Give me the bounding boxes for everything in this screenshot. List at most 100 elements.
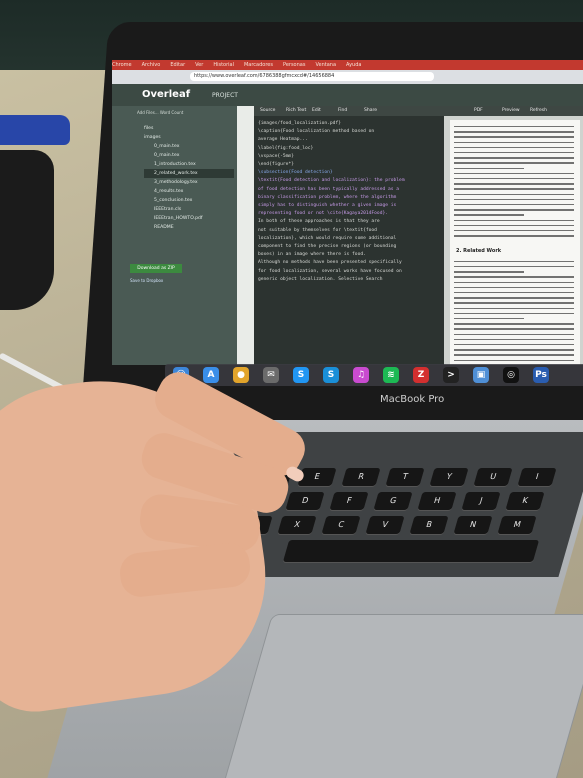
paper-text-line [454,230,574,232]
key-y[interactable]: Y [429,468,469,486]
file-tree-item[interactable]: 0_main.tex [144,151,234,160]
key-g[interactable]: G [373,492,413,510]
menu-item[interactable]: Historial [213,62,234,68]
download-zip-button[interactable]: Download as ZIP [130,264,182,273]
mac-dock: ☺A●✉SS♫≋Z>▣◎Ps [165,364,583,386]
menu-item[interactable]: Personas [283,62,305,68]
pdf-preview: PDF Preview Refresh 2. Related Work [444,106,583,365]
menu-item[interactable]: Ayuda [346,62,361,68]
key-t[interactable]: T [385,468,425,486]
appstore-icon[interactable]: A [203,367,219,383]
paper-text-line [454,344,574,346]
filezilla-icon[interactable]: Z [413,367,429,383]
code-line: \vspace{-5mm} [258,153,294,159]
paper-text-line [454,219,574,221]
paper-text-line [454,209,574,211]
editor-tab[interactable]: Source [260,108,275,113]
key-x[interactable]: X [277,516,317,534]
file-tree-item[interactable]: images [144,133,234,142]
menu-item[interactable]: Chrome [112,62,132,68]
code-line: \label{fig:food_loc} [258,145,314,151]
code-line: In both of these approaches is that they… [258,219,380,225]
key-n[interactable]: N [453,516,493,534]
paper-text-line [454,183,574,185]
space-bar[interactable] [282,540,540,562]
code-line: component to find the precise regions (o… [258,244,397,250]
key-r[interactable]: R [341,468,381,486]
source-editor[interactable]: Source Rich Text Edit Find Share {images/foo… [254,106,444,365]
key-h[interactable]: H [417,492,457,510]
trackpad[interactable] [222,614,583,778]
code-area[interactable]: {images/food_localization.pdf} \caption{… [258,120,442,284]
menu-item[interactable]: Editar [170,62,185,68]
key-k[interactable]: K [505,492,545,510]
dropbox-link[interactable]: Save to Dropbox [130,278,163,283]
editor-tab[interactable]: Find [338,108,347,113]
file-tree-item[interactable]: 4_results.tex [144,187,234,196]
key-c[interactable]: C [321,516,361,534]
spotify-icon[interactable]: ≋ [383,367,399,383]
terminal-icon[interactable]: > [443,367,459,383]
paper-text-line [454,162,574,164]
file-sidebar: Add Files... Word Count files images 0_mai… [112,106,237,365]
code-line: representing food or not \cite{Kagaya201… [258,211,388,217]
code-line: boxes) in an image where there is food. [258,252,366,258]
file-tree-item[interactable]: 3_methodology.tex [144,178,234,187]
paper-text-line [454,297,574,299]
menu-item[interactable]: Ventana [315,62,336,68]
photoshop-icon[interactable]: Ps [533,367,549,383]
paper-text-line [454,188,574,190]
preview-tab[interactable]: PDF [474,108,483,113]
menu-item[interactable]: Ver [195,62,203,68]
file-tree-item[interactable]: README [144,223,234,232]
paper-text-line [454,172,574,175]
paper-text-line [454,235,574,237]
editor-tab[interactable]: Rich Text [286,108,306,113]
paper-text-line [454,323,574,325]
editor-tab[interactable]: Share [364,108,377,113]
sidebar-tools[interactable]: Add Files... Word Count [137,110,183,115]
key-m[interactable]: M [497,516,537,534]
file-tree-item[interactable]: 1_introduction.tex [144,160,234,169]
code-line: localization}, which would require some … [258,235,397,241]
skype-icon[interactable]: S [293,367,309,383]
editor-tab[interactable]: Edit [312,108,321,113]
key-b[interactable]: B [409,516,449,534]
key-v[interactable]: V [365,516,405,534]
project-menu[interactable]: PROJECT [212,92,238,99]
skype-icon[interactable]: S [323,367,339,383]
key-f[interactable]: F [329,492,369,510]
file-tree-item[interactable]: IEEEtran.cls [144,205,234,214]
overleaf-logo[interactable]: Overleaf [142,89,190,100]
preview-tab[interactable]: Preview [502,108,520,113]
code-line: of food detection has been typically add… [258,186,400,192]
preview-tab[interactable]: Refresh [530,108,547,113]
laptop-screen: Chrome Archivo Editar Ver Historial Marcadore… [112,60,583,365]
github-icon[interactable]: ◎ [503,367,519,383]
paper-text-line [454,354,574,356]
key-i[interactable]: I [517,468,557,486]
file-tree-item[interactable]: 0_main.tex [144,142,234,151]
preview-icon[interactable]: ▣ [473,367,489,383]
paper-text-line [454,302,574,304]
chrome-icon[interactable]: ● [233,367,249,383]
paper-text-line [454,292,574,294]
paper-text-line [454,178,574,180]
paper-text-line [454,193,574,195]
key-d[interactable]: D [285,492,325,510]
file-tree-item[interactable]: 2_related_work.tex [144,169,234,178]
key-j[interactable]: J [461,492,501,510]
file-tree-item[interactable]: files [144,124,234,133]
speaker [0,150,54,310]
menu-item[interactable]: Archivo [142,62,161,68]
mail-icon[interactable]: ✉ [263,367,279,383]
menu-item[interactable]: Marcadores [244,62,273,68]
key-u[interactable]: U [473,468,513,486]
file-tree-item[interactable]: 5_conclusion.tex [144,196,234,205]
itunes-icon[interactable]: ♫ [353,367,369,383]
address-bar[interactable]: https://www.overleaf.com/6786388gfmcxcd#… [190,72,434,81]
paper-text-line [454,333,574,335]
paper-text-line [454,266,574,268]
file-tree-item[interactable]: IEEEtran_HOWTO.pdf [144,214,234,223]
code-line: average Heatmap... [258,137,308,143]
